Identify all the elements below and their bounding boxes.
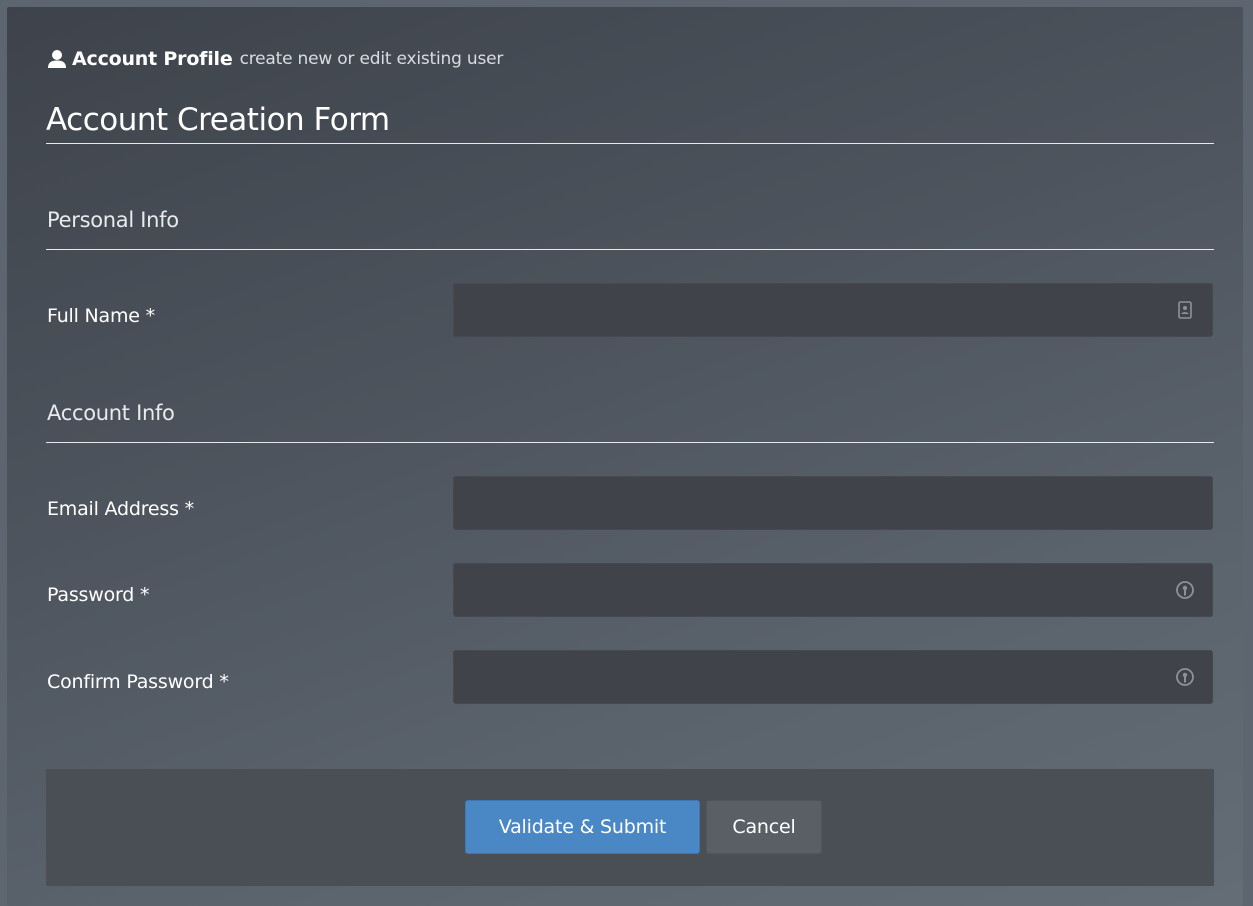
password-label: Password * — [47, 584, 150, 606]
section-title-personal-info: Personal Info — [47, 208, 179, 232]
form-container: Account Profile create new or edit exist… — [46, 7, 1214, 906]
user-icon — [46, 48, 68, 70]
email-input[interactable] — [453, 476, 1213, 530]
confirm-password-label: Confirm Password * — [47, 671, 229, 693]
panel-subtitle: create new or edit existing user — [239, 49, 504, 69]
panel-title: Account Profile — [72, 48, 233, 70]
section-title-account-info: Account Info — [47, 401, 175, 425]
confirm-password-input[interactable] — [453, 650, 1213, 704]
full-name-input[interactable] — [453, 283, 1213, 337]
validate-submit-button[interactable]: Validate & Submit — [465, 800, 700, 854]
form-title-divider — [46, 143, 1214, 144]
section-divider-personal-info — [46, 249, 1214, 250]
password-input[interactable] — [453, 563, 1213, 617]
app-frame: Account Profile create new or edit exist… — [7, 7, 1243, 906]
password-key-icon — [1174, 579, 1196, 601]
cancel-button[interactable]: Cancel — [706, 800, 822, 854]
form-title: Account Creation Form — [46, 102, 390, 138]
full-name-label: Full Name * — [47, 305, 155, 327]
email-label: Email Address * — [47, 498, 194, 520]
section-divider-account-info — [46, 442, 1214, 443]
form-actions-footer: Validate & Submit Cancel — [46, 769, 1214, 886]
panel-header: Account Profile create new or edit exist… — [46, 45, 503, 73]
password-key-icon — [1174, 666, 1196, 688]
id-card-icon — [1174, 299, 1196, 321]
